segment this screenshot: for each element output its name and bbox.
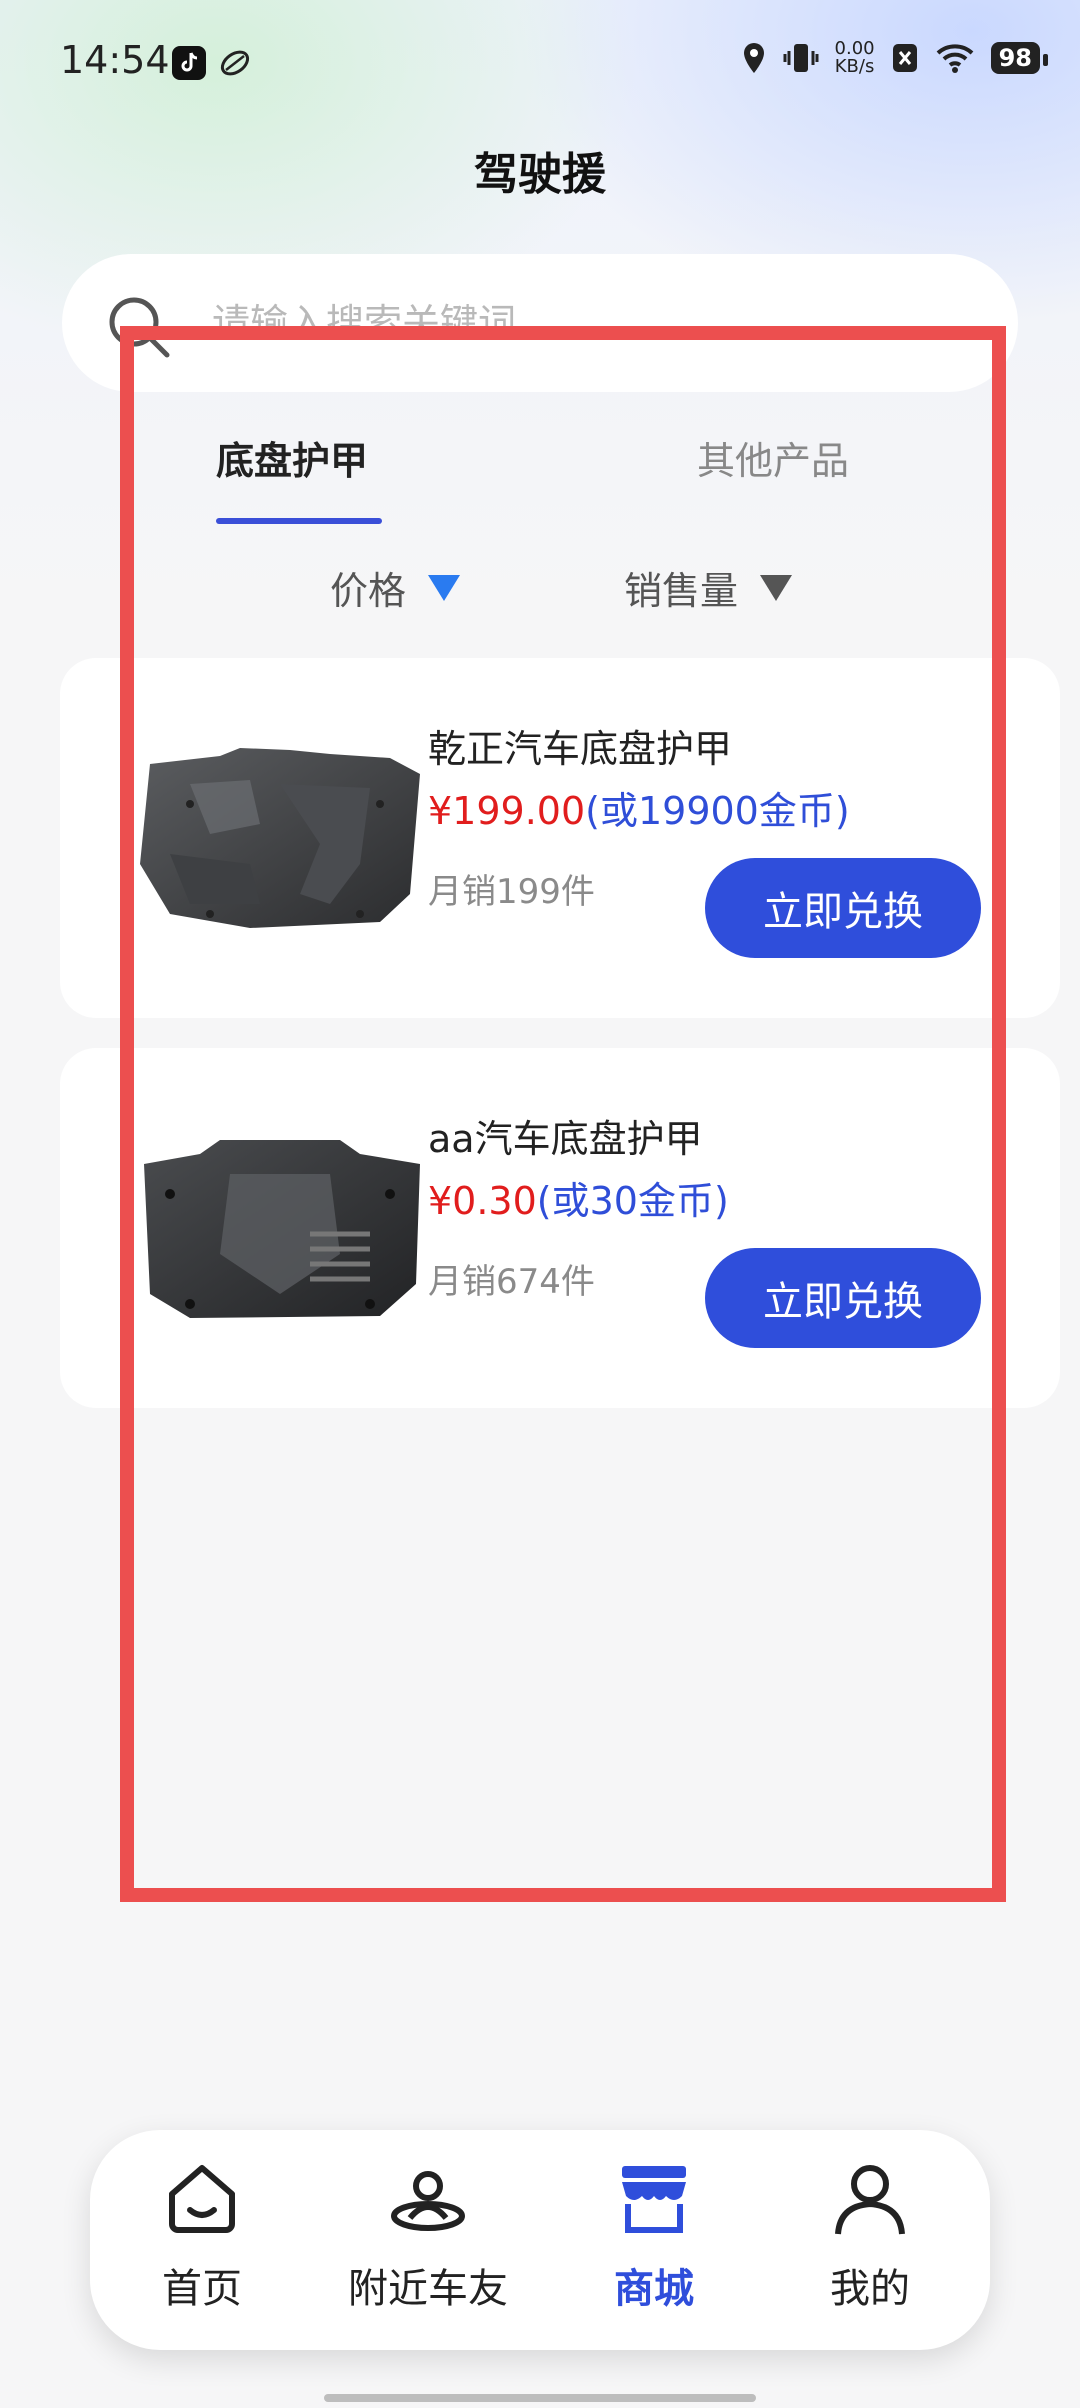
page-title: 驾驶援 (474, 149, 606, 200)
nearby-friends-icon (391, 2171, 465, 2231)
redeem-button[interactable]: 立即兑换 (705, 858, 981, 958)
chassis-armor-image (140, 748, 420, 928)
vibrate-icon (783, 44, 819, 72)
status-time: 14:54 (60, 38, 170, 82)
product-card[interactable]: aa汽车底盘护甲 ¥0.30(或30金币) 月销674件 立即兑换 (60, 1048, 1060, 1408)
network-speed-unit: KB/s (834, 56, 875, 77)
home-indicator[interactable] (324, 2394, 756, 2402)
bottom-nav: 首页 附近车友 商城 我的 (90, 2130, 990, 2350)
nav-label: 我的 (830, 2266, 910, 2312)
home-icon (169, 2165, 235, 2233)
app-leaf-icon (218, 46, 252, 80)
sort-by-price[interactable]: 价格 (330, 560, 461, 615)
search-input[interactable] (210, 290, 954, 356)
nav-label: 商城 (614, 2266, 694, 2312)
price-coins: (或19900金币) (585, 789, 850, 833)
status-bar: 14:54 0.00 KB/s 98 (0, 0, 1080, 128)
category-tabs: 底盘护甲 其他产品 (0, 430, 1080, 530)
monthly-sales: 月销199件 (428, 872, 595, 912)
product-price: ¥199.00(或19900金币) (428, 780, 850, 835)
redeem-button[interactable]: 立即兑换 (705, 1248, 981, 1348)
wifi-icon (936, 44, 973, 73)
chassis-armor-image (144, 1140, 420, 1318)
profile-icon (835, 2165, 905, 2235)
network-speed: 0.00 KB/s (835, 40, 875, 76)
product-price: ¥0.30(或30金币) (428, 1170, 729, 1225)
nav-item-nearby-friends[interactable]: 附近车友 (328, 2158, 528, 2314)
price-coins: (或30金币) (536, 1179, 729, 1223)
status-right-group: 0.00 KB/s 98 (741, 40, 1049, 76)
sort-by-sales[interactable]: 销售量 (624, 560, 793, 615)
nav-item-shop[interactable]: 商城 (554, 2158, 754, 2314)
nav-label: 首页 (162, 2266, 242, 2312)
sort-down-arrow-icon (428, 574, 461, 601)
tab-chassis-armor[interactable]: 底盘护甲 (216, 430, 368, 485)
active-tab-indicator (216, 518, 382, 524)
battery-indicator: 98 (990, 42, 1049, 74)
tiktok-icon (172, 46, 206, 80)
sim-off-icon (892, 44, 917, 72)
sort-price-label: 价格 (330, 569, 407, 613)
price-rmb: ¥0.30 (428, 1179, 537, 1223)
product-card[interactable]: 乾正汽车底盘护甲 ¥199.00(或19900金币) 月销199件 立即兑换 (60, 658, 1060, 1018)
nav-item-profile[interactable]: 我的 (770, 2158, 970, 2314)
monthly-sales: 月销674件 (428, 1262, 595, 1302)
search-bar[interactable] (62, 254, 1018, 392)
location-icon (743, 43, 764, 73)
product-name: aa汽车底盘护甲 (428, 1117, 703, 1161)
nav-label: 附近车友 (348, 2266, 508, 2312)
sort-down-arrow-icon (760, 574, 793, 601)
tab-other-products[interactable]: 其他产品 (697, 430, 849, 485)
sort-bar: 价格 销售量 (0, 560, 1080, 630)
sort-sales-label: 销售量 (624, 569, 739, 613)
nav-item-home[interactable]: 首页 (102, 2158, 302, 2314)
shop-icon (622, 2166, 686, 2233)
search-icon (109, 297, 170, 358)
price-rmb: ¥199.00 (428, 789, 586, 833)
product-name: 乾正汽车底盘护甲 (428, 727, 733, 771)
